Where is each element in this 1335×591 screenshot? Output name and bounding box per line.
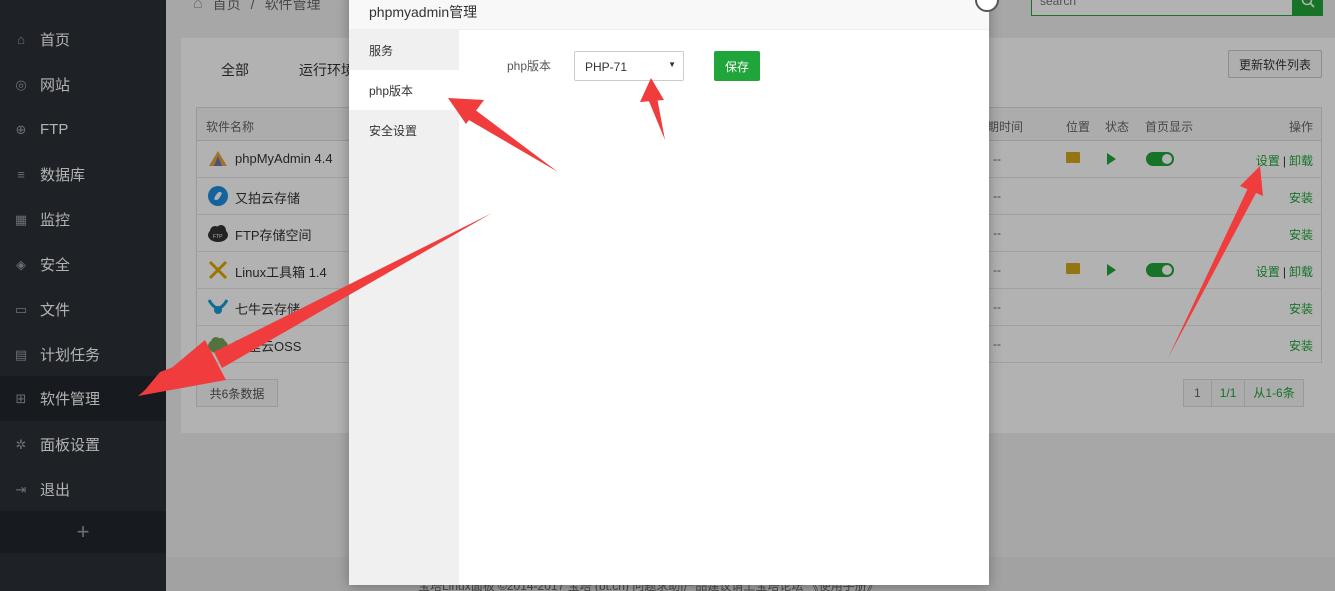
- modal-tab-security[interactable]: 安全设置: [349, 110, 459, 150]
- php-version-label: php版本: [507, 59, 552, 73]
- caret-down-icon: ▼: [668, 60, 676, 69]
- save-button[interactable]: 保存: [714, 51, 760, 81]
- modal-body: php版本 PHP-71 ▼ 保存: [459, 30, 989, 585]
- phpmyadmin-modal: phpmyadmin管理 服务 php版本 安全设置 php版本 PHP-71 …: [349, 0, 989, 585]
- modal-sidebar: 服务 php版本 安全设置: [349, 30, 459, 585]
- modal-tab-php-version[interactable]: php版本: [349, 70, 459, 110]
- modal-title: phpmyadmin管理: [349, 0, 989, 30]
- php-version-value: PHP-71: [585, 60, 628, 74]
- modal-tab-service[interactable]: 服务: [349, 30, 459, 70]
- php-version-select[interactable]: PHP-71 ▼: [574, 51, 684, 81]
